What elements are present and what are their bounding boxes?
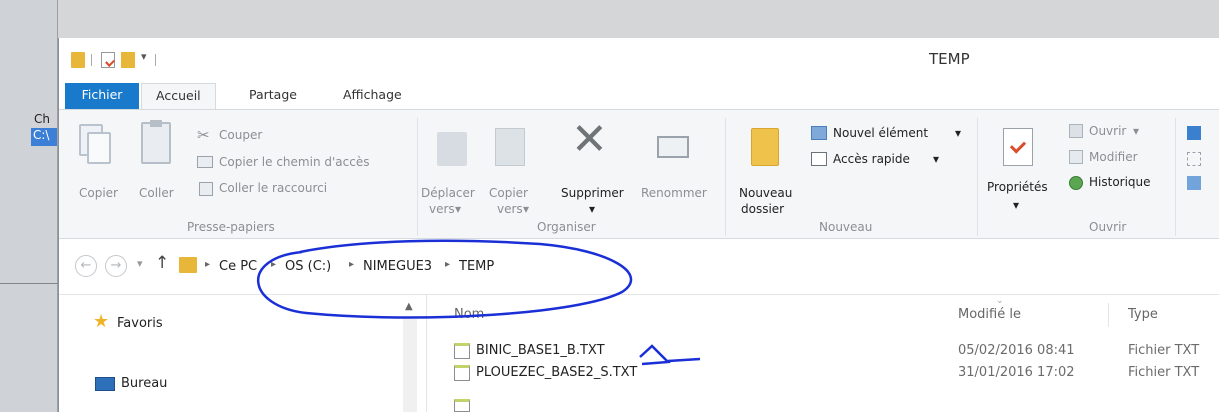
ink-ellipse-around-path bbox=[257, 239, 633, 319]
ink-triangle-mark bbox=[639, 344, 671, 366]
ink-underline-mark bbox=[667, 357, 701, 363]
ink-annotation-overlay bbox=[257, 239, 701, 366]
